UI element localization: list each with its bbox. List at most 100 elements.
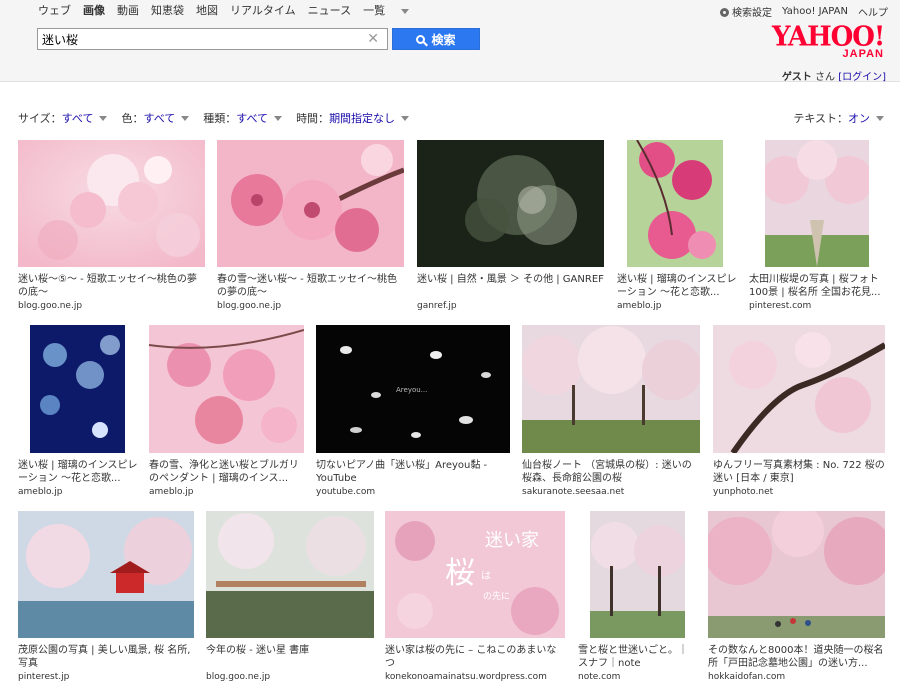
image-result[interactable]: 迷い桜 | 瑠璃のインスピレーション 〜花と恋歌... ameblo.jp [617,140,737,315]
image-result[interactable]: 迷い桜 | 自然・風景 ＞ その他 | GANREF ganref.jp [417,140,604,315]
search-input[interactable] [38,29,358,49]
help-link[interactable]: ヘルプ [858,4,888,19]
video-title-overlay: Areyou... [396,386,427,394]
search-settings-link[interactable]: 検索設定 [720,4,772,19]
result-thumbnail[interactable] [590,511,685,638]
thumbnail-image [713,325,885,453]
yahoo-japan-link[interactable]: Yahoo! JAPAN [782,6,848,17]
image-result[interactable]: ゆんフリー写真素材集 : No. 722 桜の迷い [日本 / 東京] yunp… [713,325,885,500]
nav-video[interactable]: 動画 [117,2,139,18]
result-caption[interactable]: ゆんフリー写真素材集 : No. 722 桜の迷い [日本 / 東京] [713,459,885,485]
image-result[interactable]: 雪と桜と世迷いごと。｜スナフ｜note note.com [578,511,696,684]
nav-more-label: 一覧 [363,4,386,17]
image-result[interactable]: 迷い桜 | 瑠璃のインスピレーション 〜花と恋歌... ameblo.jp [18,325,138,500]
result-domain: hokkaidofan.com [708,672,786,682]
image-result[interactable]: 仙台桜ノート （宮城県の桜）: 迷いの桜森、長命館公園の桜 sakuranote… [522,325,700,500]
result-thumbnail[interactable] [522,325,700,453]
book-title-overlay: 迷い家 [485,530,539,551]
search-button[interactable]: 検索 [392,28,480,50]
search-settings-label: 検索設定 [732,8,773,19]
filter-color[interactable]: 色： すべて [121,110,190,126]
result-caption[interactable]: 春の雪〜迷い桜〜 - 短歌エッセイ〜桃色の夢の底〜 [217,273,404,299]
image-result[interactable]: 太田川桜堤の写真 | 桜フォト100景 | 桜名所 全国お花見... pinte… [749,140,885,315]
result-caption[interactable]: 雪と桜と世迷いごと。｜スナフ｜note [578,644,696,670]
filter-label: 色： [121,112,144,125]
result-caption[interactable]: その数なんと8000本！道央随一の桜名所「戸田記念墓地公園」の迷い方... [708,644,885,670]
result-thumbnail[interactable] [627,140,723,267]
result-thumbnail[interactable] [713,325,885,453]
nav-images[interactable]: 画像 [83,2,105,18]
result-domain: konekonoamainatsu.wordpress.com [385,672,547,682]
filter-type[interactable]: 種類： すべて [203,110,283,126]
filter-size[interactable]: サイズ： すべて [18,110,108,126]
book-tail-overlay: の先に [483,590,510,602]
result-caption[interactable]: 切ないピアノ曲「迷い桜」Areyou黏 - YouTube [316,459,510,485]
login-link[interactable]: [ログイン] [838,72,886,83]
filter-value: すべて [236,112,269,125]
image-result[interactable]: 茂原公園の写真 | 美しい風景, 桜 名所, 写真 pinterest.jp [18,511,194,684]
filter-value: 期間指定なし [329,112,396,125]
result-caption[interactable]: 迷い桜 | 瑠璃のインスピレーション 〜花と恋歌... [617,273,737,299]
chevron-down-icon [99,115,108,121]
thumbnail-image [627,140,723,267]
result-domain: sakuranote.seesaa.net [522,487,625,497]
thumbnail-image: Areyou... [316,325,510,453]
thumbnail-image [708,511,885,638]
result-thumbnail[interactable] [417,140,604,267]
result-thumbnail[interactable] [149,325,304,453]
image-result[interactable]: 今年の桜 - 迷い星 書庫 blog.goo.ne.jp [206,511,374,684]
image-result[interactable]: 迷い桜〜⑤〜 - 短歌エッセイ〜桃色の夢の底〜 blog.goo.ne.jp [18,140,205,315]
clear-icon[interactable]: ✕ [367,31,379,47]
result-caption[interactable]: 茂原公園の写真 | 美しい風景, 桜 名所, 写真 [18,644,194,670]
result-thumbnail[interactable]: Areyou... [316,325,510,453]
nav-news[interactable]: ニュース [308,2,351,18]
nav-chiebukuro[interactable]: 知恵袋 [151,2,184,18]
result-caption[interactable]: 今年の桜 - 迷い星 書庫 [206,644,374,670]
result-thumbnail[interactable] [18,140,205,267]
thumbnail-image [217,140,404,267]
top-links: 検索設定 Yahoo! JAPAN ヘルプ [720,4,888,19]
thumbnail-image [765,140,869,267]
user-suffix: さん [815,72,835,83]
chevron-down-icon [401,115,410,121]
nav-realtime[interactable]: リアルタイム [230,2,296,18]
result-thumbnail[interactable] [206,511,374,638]
user-name: ゲスト [781,72,812,83]
result-domain: pinterest.jp [18,672,70,682]
image-result[interactable]: Areyou... 切ないピアノ曲「迷い桜」Areyou黏 - YouTube … [316,325,510,500]
result-thumbnail[interactable] [30,325,125,453]
result-domain: pinterest.com [749,301,812,311]
result-domain: ameblo.jp [149,487,194,497]
nav-web[interactable]: ウェブ [38,2,71,18]
thumbnail-image [18,140,205,267]
result-thumbnail[interactable] [765,140,869,267]
result-caption[interactable]: 迷い家は桜の先に – こねこのあまいなつ [385,644,565,670]
chevron-down-icon [181,115,190,121]
filter-label: 時間： [296,112,330,125]
image-result[interactable]: 迷い家 桜 は の先に 迷い家は桜の先に – こねこのあまいなつ konekon… [385,511,565,684]
search-vertical-nav: ウェブ 画像 動画 知恵袋 地図 リアルタイム ニュース 一覧 [38,2,421,18]
result-thumbnail[interactable] [217,140,404,267]
result-thumbnail[interactable] [18,511,194,638]
filter-label: 種類： [203,112,237,125]
nav-more[interactable]: 一覧 [363,2,410,18]
result-caption[interactable]: 仙台桜ノート （宮城県の桜）: 迷いの桜森、長命館公園の桜 [522,459,700,485]
result-caption[interactable]: 迷い桜〜⑤〜 - 短歌エッセイ〜桃色の夢の底〜 [18,273,205,299]
filter-time[interactable]: 時間： 期間指定なし [296,110,410,126]
filter-value: すべて [61,112,94,125]
image-result[interactable]: 春の雪、浄化と迷い桜とブルガリのペンダント | 瑠璃のインス... ameblo… [149,325,304,500]
filter-text[interactable]: テキスト： オン [793,110,884,126]
result-thumbnail[interactable] [708,511,885,638]
result-thumbnail[interactable]: 迷い家 桜 は の先に [385,511,565,638]
result-domain: blog.goo.ne.jp [206,672,271,682]
result-caption[interactable]: 太田川桜堤の写真 | 桜フォト100景 | 桜名所 全国お花見... [749,273,885,299]
result-domain: ameblo.jp [18,487,63,497]
result-caption[interactable]: 春の雪、浄化と迷い桜とブルガリのペンダント | 瑠璃のインス... [149,459,304,485]
filter-label: テキスト： [793,112,848,125]
image-result[interactable]: 春の雪〜迷い桜〜 - 短歌エッセイ〜桃色の夢の底〜 blog.goo.ne.jp [217,140,404,315]
nav-map[interactable]: 地図 [196,2,218,18]
image-result[interactable]: その数なんと8000本！道央随一の桜名所「戸田記念墓地公園」の迷い方... ho… [708,511,885,684]
result-caption[interactable]: 迷い桜 | 自然・風景 ＞ その他 | GANREF [417,273,604,299]
yahoo-logo[interactable]: YAHOO! JAPAN [772,23,888,60]
result-caption[interactable]: 迷い桜 | 瑠璃のインスピレーション 〜花と恋歌... [18,459,138,485]
